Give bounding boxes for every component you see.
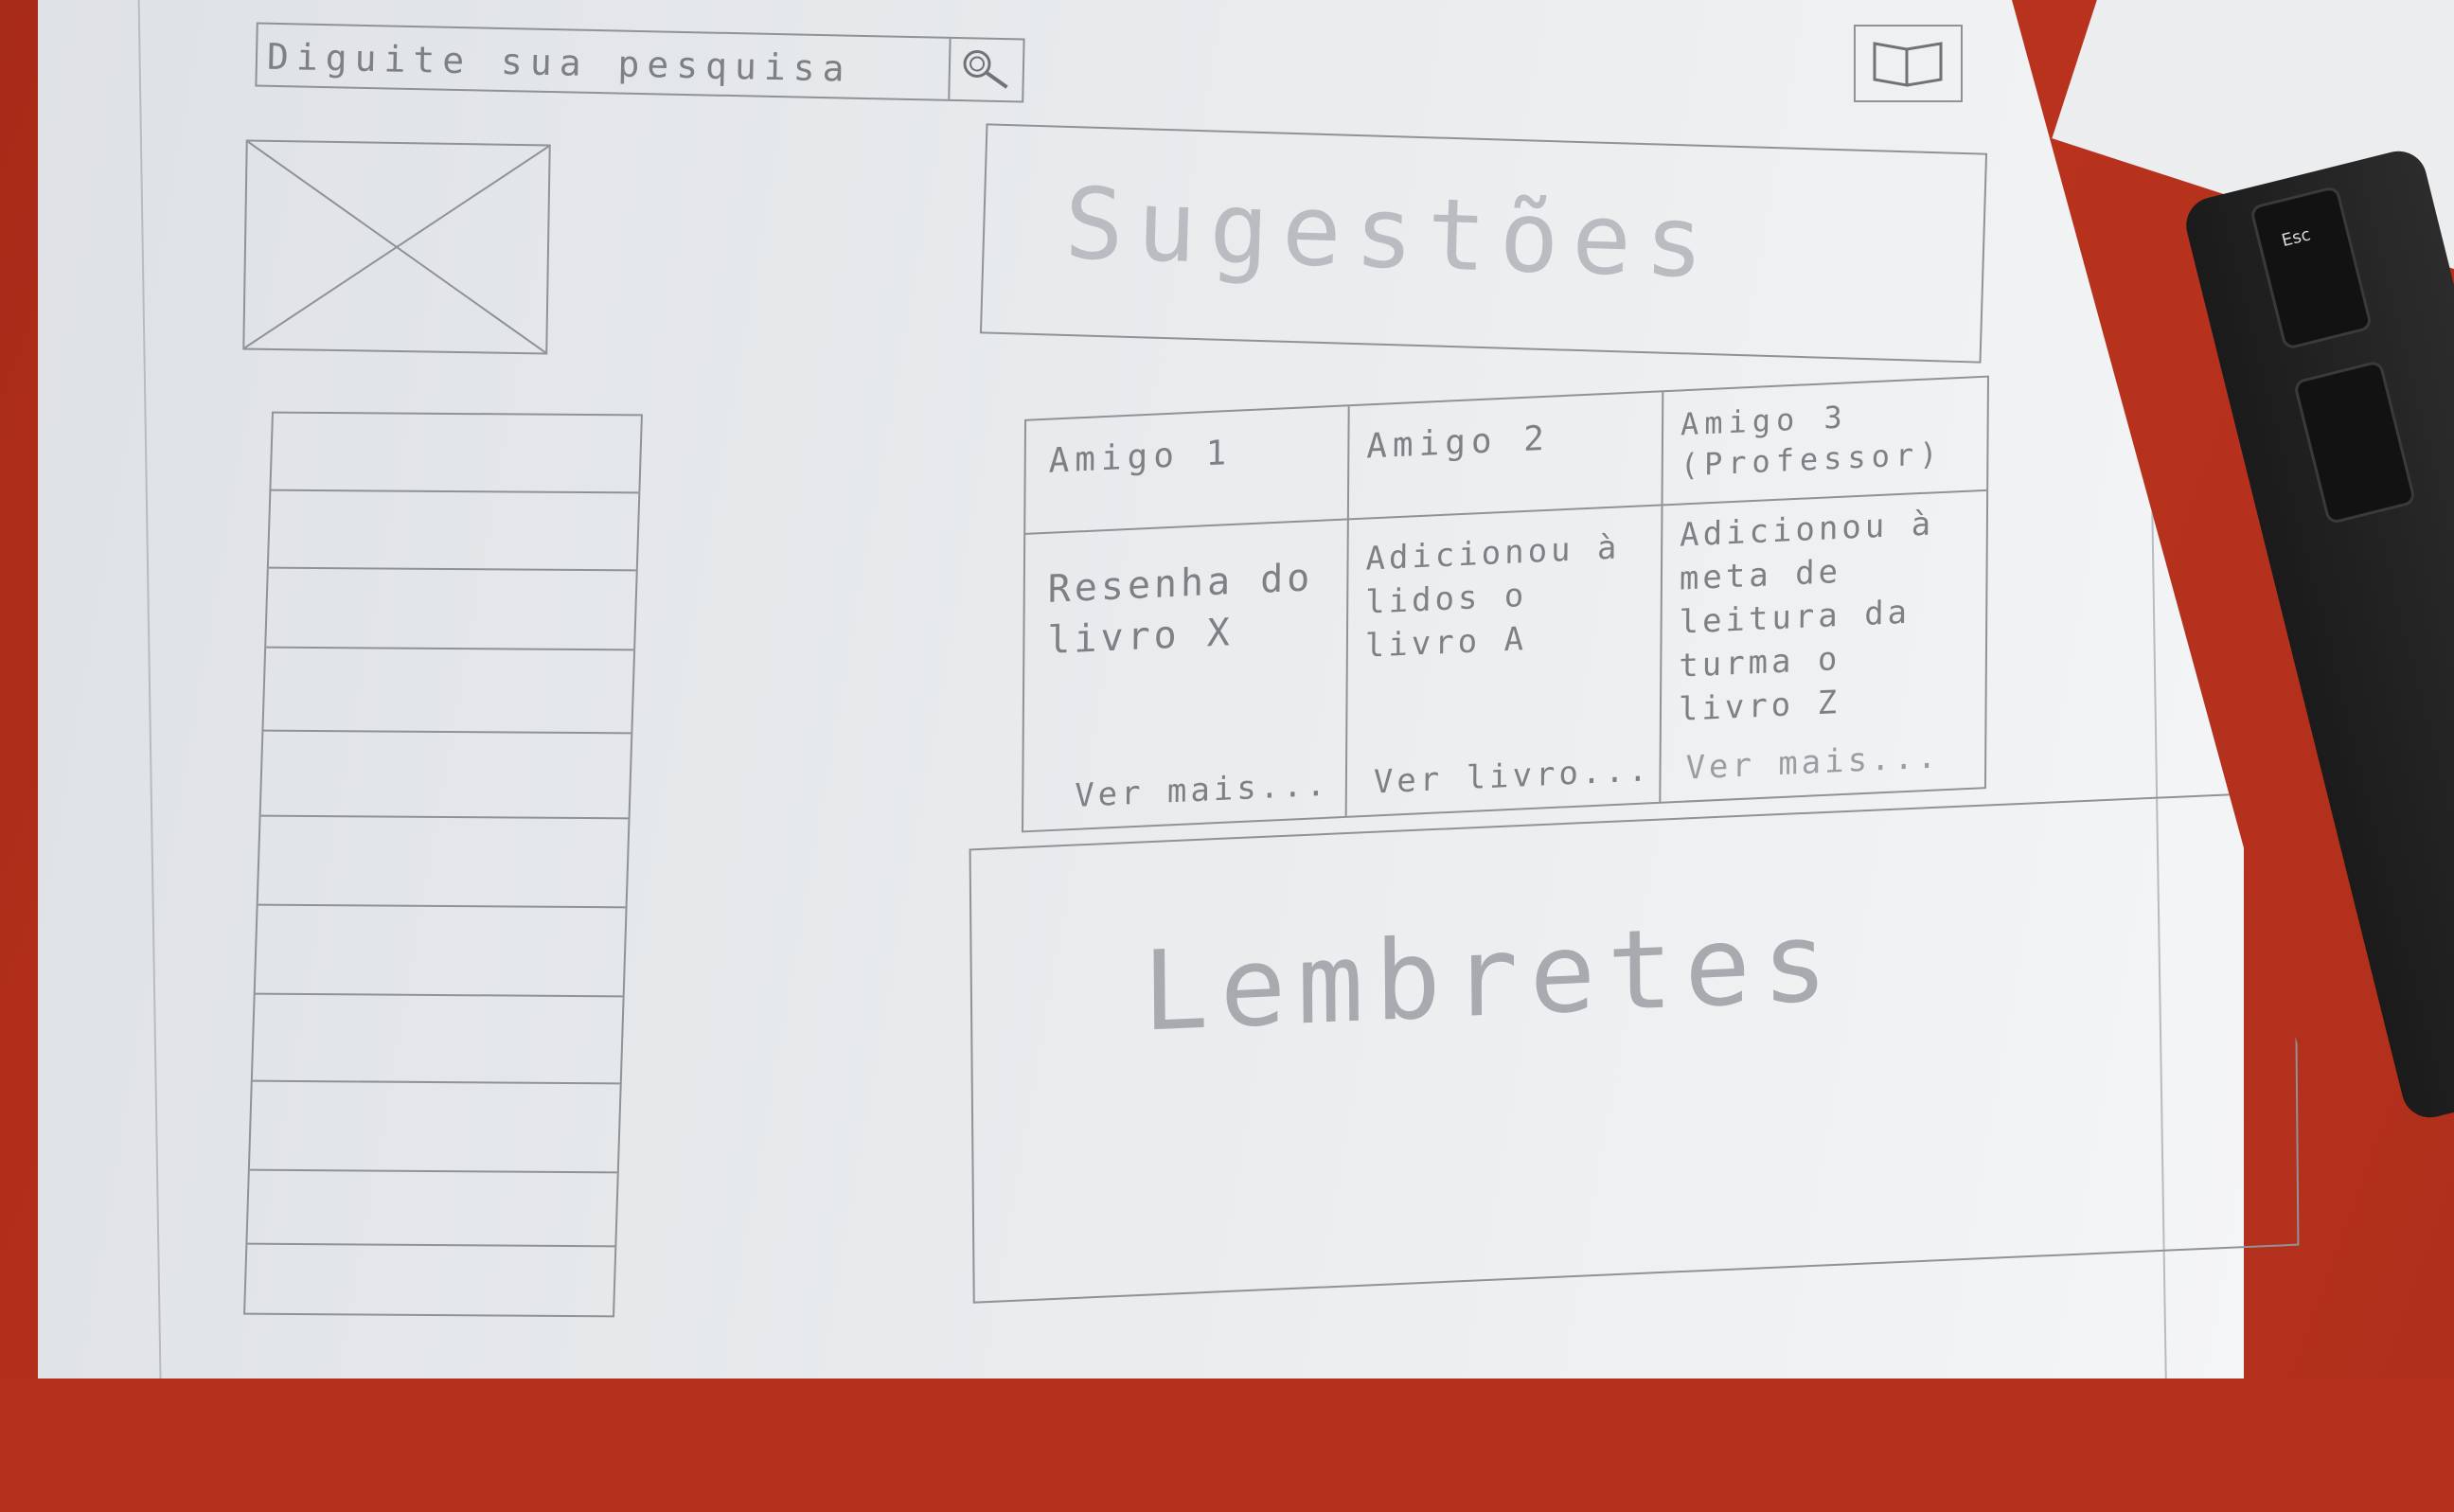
friends-activity-table: Amigo 1 Amigo 2 Amigo 3 (Professor) Rese… xyxy=(1022,375,1989,833)
friend-2-header: Amigo 2 xyxy=(1366,418,1551,467)
suggestions-title: Sugestões xyxy=(1062,165,1719,301)
friend-3-activity: Adicionou à meta de leitura da turma o l… xyxy=(1678,505,1935,729)
friend-3-see-more-link[interactable]: Ver mais... xyxy=(1685,736,1940,791)
wireframe-sheet: Sugestões Amigo 1 Amigo 2 Amigo 3 (Profe… xyxy=(38,0,2300,1379)
keyboard-key xyxy=(2292,359,2417,525)
sidebar-menu xyxy=(243,411,643,1318)
friend-2-activity: Adicionou à lidos o livro A xyxy=(1364,528,1621,666)
search-button[interactable] xyxy=(948,38,1023,101)
column-divider xyxy=(1344,406,1350,816)
sidebar-item[interactable] xyxy=(258,903,626,909)
friend-1-activity: Resenha do livro X xyxy=(1047,556,1314,664)
column-divider xyxy=(1659,392,1664,802)
image-placeholder-icon xyxy=(244,141,549,353)
friend-2-see-book-link[interactable]: Ver livro... xyxy=(1374,749,1652,805)
reminders-panel: Lembretes xyxy=(969,791,2300,1304)
sidebar-item[interactable] xyxy=(260,814,629,820)
sidebar-item[interactable] xyxy=(268,566,636,572)
keyboard-key: Esc xyxy=(2249,185,2374,351)
search-input[interactable] xyxy=(264,29,951,98)
reminders-title: Lembretes xyxy=(1142,898,1840,1057)
sidebar-item[interactable] xyxy=(266,646,634,651)
friend-3-header: Amigo 3 (Professor) xyxy=(1680,399,1944,484)
book-icon xyxy=(1873,42,1943,87)
sidebar-item[interactable] xyxy=(252,1079,620,1085)
sidebar-item[interactable] xyxy=(247,1242,615,1248)
friend-1-header: Amigo 1 xyxy=(1048,433,1233,481)
library-button[interactable] xyxy=(1854,25,1963,102)
sidebar-item[interactable] xyxy=(263,729,631,735)
profile-image-placeholder xyxy=(242,139,551,355)
friend-1-see-more-link[interactable]: Ver mais... xyxy=(1075,764,1329,819)
sidebar-item[interactable] xyxy=(249,1168,617,1174)
search-icon xyxy=(963,49,1008,89)
suggestions-panel: Sugestões xyxy=(979,123,1988,364)
esc-key-label: Esc xyxy=(2279,224,2313,252)
sidebar-item[interactable] xyxy=(271,489,639,494)
sidebar-item[interactable] xyxy=(255,992,623,998)
